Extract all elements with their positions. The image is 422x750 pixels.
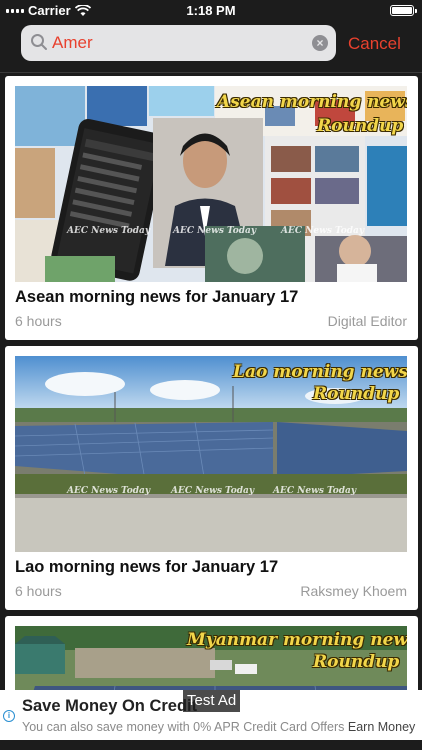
status-time: 1:18 PM xyxy=(186,3,236,18)
search-field[interactable]: × xyxy=(21,25,336,61)
status-bar: Carrier 1:18 PM xyxy=(0,0,422,22)
news-title[interactable]: Lao morning news for January 17 xyxy=(15,558,278,577)
news-card[interactable]: Asean morning news Roundup AEC News Toda… xyxy=(5,76,418,340)
ad-headline[interactable]: Save Money On Credit xyxy=(22,697,197,716)
overlay-title: Myanmar morning news xyxy=(187,630,407,650)
overlay-title: Lao morning news xyxy=(233,362,407,382)
app-screen: Carrier 1:18 PM × Cancel xyxy=(0,0,422,750)
news-title[interactable]: Asean morning news for January 17 xyxy=(15,288,298,307)
watermark-text: AEC News Today xyxy=(67,226,151,236)
news-time: 6 hours xyxy=(15,313,62,329)
search-icon xyxy=(31,34,47,50)
watermark-text: AEC News Today xyxy=(173,226,257,236)
news-thumbnail[interactable]: Asean morning news Roundup AEC News Toda… xyxy=(15,86,407,282)
divider xyxy=(0,72,422,73)
info-icon[interactable]: i xyxy=(3,710,15,722)
watermark-text: AEC News Today xyxy=(171,486,255,496)
overlay-subtitle: Roundup xyxy=(313,652,400,672)
cancel-button[interactable]: Cancel xyxy=(348,34,401,54)
news-thumbnail[interactable]: Lao morning news Roundup AEC News Today … xyxy=(15,356,407,552)
ad-link[interactable]: Earn Money xyxy=(348,720,415,734)
search-input[interactable] xyxy=(52,29,302,57)
watermark-text: AEC News Today xyxy=(281,226,365,236)
clear-icon[interactable]: × xyxy=(312,35,328,51)
search-row: × Cancel xyxy=(0,22,422,68)
overlay-subtitle: Roundup xyxy=(313,384,400,404)
bottom-bar xyxy=(0,740,422,750)
overlay-title: Asean morning news xyxy=(217,92,407,112)
watermark-text: AEC News Today xyxy=(273,486,357,496)
news-time: 6 hours xyxy=(15,583,62,599)
news-author: Raksmey Khoem xyxy=(300,583,407,599)
ad-body: You can also save money with 0% APR Cred… xyxy=(22,720,415,734)
ad-body-text: You can also save money with 0% APR Cred… xyxy=(22,720,345,734)
watermark-text: AEC News Today xyxy=(67,486,151,496)
battery-icon xyxy=(390,5,417,16)
news-card[interactable]: Lao morning news Roundup AEC News Today … xyxy=(5,346,418,610)
overlay-subtitle: Roundup xyxy=(317,116,404,136)
news-author: Digital Editor xyxy=(327,313,407,329)
test-ad-badge: Test Ad xyxy=(183,690,241,712)
